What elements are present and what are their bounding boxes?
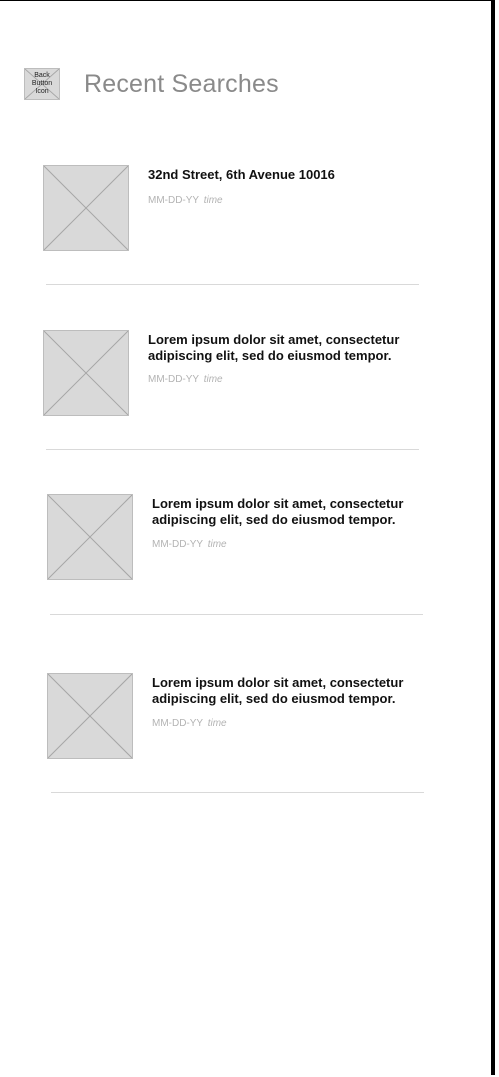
thumbnail-placeholder-image bbox=[47, 494, 133, 580]
item-timestamp: MM-DD-YY time bbox=[152, 539, 227, 550]
item-timestamp: MM-DD-YY time bbox=[148, 195, 223, 206]
thumbnail-placeholder-image bbox=[47, 673, 133, 759]
item-title: 32nd Street, 6th Avenue 10016 bbox=[148, 167, 335, 182]
back-button-label: Back Button Icon bbox=[31, 72, 53, 95]
item-date: MM-DD-YY bbox=[152, 718, 203, 729]
page-title: Recent Searches bbox=[84, 69, 279, 98]
item-timestamp: MM-DD-YY time bbox=[152, 718, 227, 729]
item-time: time bbox=[203, 195, 223, 206]
item-date: MM-DD-YY bbox=[148, 374, 199, 385]
item-title: Lorem ipsum dolor sit amet, consectetur … bbox=[148, 332, 400, 363]
item-title: Lorem ipsum dolor sit amet, consectetur … bbox=[152, 675, 404, 706]
item-time: time bbox=[207, 718, 227, 729]
divider bbox=[51, 792, 424, 793]
item-title: Lorem ipsum dolor sit amet, consectetur … bbox=[152, 496, 404, 527]
item-time: time bbox=[207, 539, 227, 550]
header: Back Button Icon Recent Searches bbox=[24, 67, 279, 101]
item-time: time bbox=[203, 374, 223, 385]
item-timestamp: MM-DD-YY time bbox=[148, 374, 223, 385]
screen-frame: Back Button Icon Recent Searches 32nd St… bbox=[0, 0, 495, 1075]
divider bbox=[50, 614, 423, 615]
thumbnail-placeholder-image bbox=[43, 165, 129, 251]
divider bbox=[46, 449, 419, 450]
item-date: MM-DD-YY bbox=[148, 195, 199, 206]
divider bbox=[46, 284, 419, 285]
item-date: MM-DD-YY bbox=[152, 539, 203, 550]
thumbnail-placeholder-image bbox=[43, 330, 129, 416]
back-button[interactable]: Back Button Icon bbox=[24, 68, 60, 100]
